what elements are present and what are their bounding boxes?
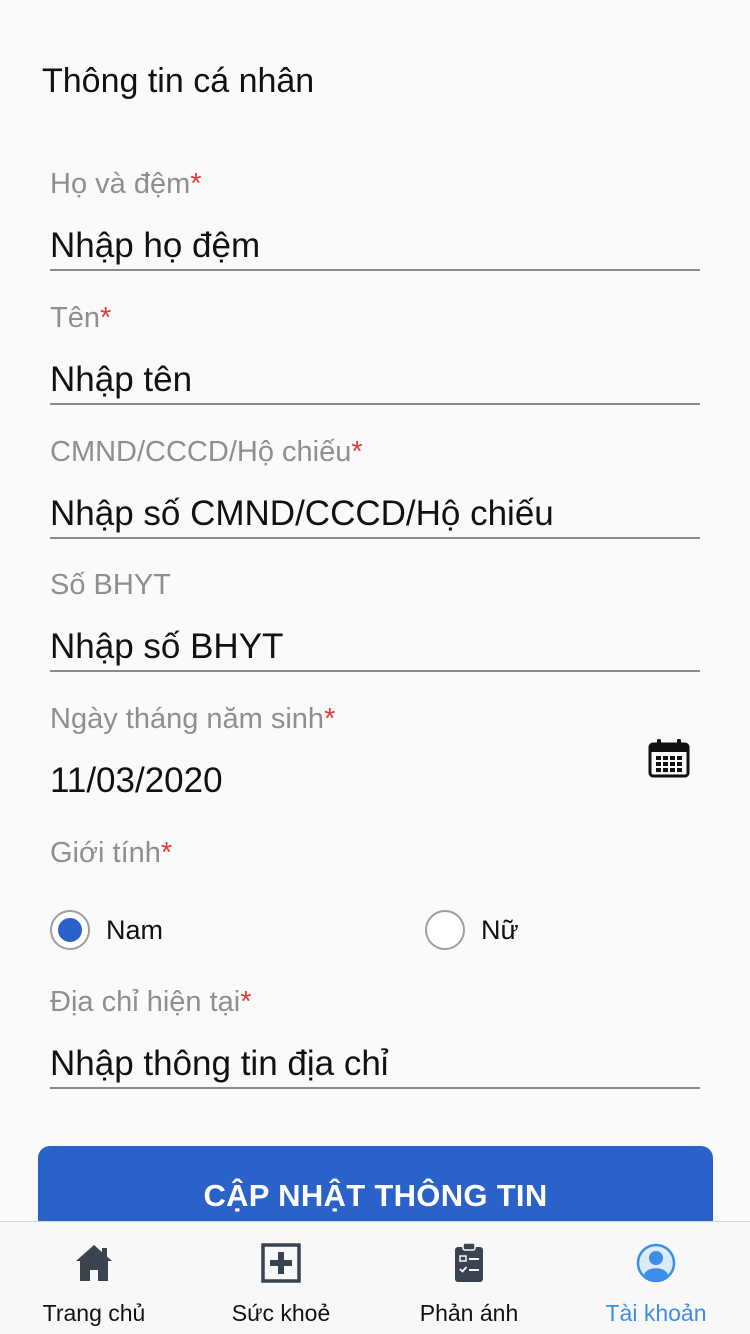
first-name-label: Tên* bbox=[50, 302, 112, 334]
insurance-field[interactable]: Số BHYT Nhập số BHYT bbox=[50, 567, 700, 672]
account-icon bbox=[636, 1242, 676, 1284]
required-mark: * bbox=[324, 703, 336, 735]
id-number-label: CMND/CCCD/Hộ chiếu* bbox=[50, 436, 363, 468]
tab-account[interactable]: Tài khoản bbox=[562, 1222, 750, 1334]
last-name-input[interactable]: Nhập họ đệm bbox=[50, 224, 700, 268]
required-mark: * bbox=[351, 436, 363, 468]
required-mark: * bbox=[99, 302, 112, 334]
required-mark: * bbox=[190, 168, 202, 200]
input-underline bbox=[50, 403, 700, 405]
last-name-field[interactable]: Họ và đệm* Nhập họ đệm bbox=[50, 166, 700, 271]
dob-value[interactable]: 11/03/2020 bbox=[50, 759, 700, 803]
bottom-tab-bar: Trang chủ Sức khoẻ Phản ánh Tài khoản bbox=[0, 1221, 750, 1334]
dob-label: Ngày tháng năm sinh* bbox=[50, 703, 336, 735]
input-underline bbox=[50, 670, 700, 672]
gender-option-label: Nữ bbox=[481, 914, 519, 945]
input-underline bbox=[50, 269, 700, 271]
required-mark: * bbox=[160, 837, 173, 869]
gender-radio-group: Nam Nữ bbox=[50, 910, 700, 952]
first-name-input[interactable]: Nhập tên bbox=[50, 358, 700, 402]
gender-field: Giới tính* bbox=[50, 835, 700, 871]
insurance-input[interactable]: Nhập số BHYT bbox=[50, 625, 700, 669]
input-underline bbox=[50, 1087, 700, 1089]
dob-field[interactable]: Ngày tháng năm sinh* 11/03/2020 bbox=[50, 701, 700, 803]
tab-health-label: Sức khoẻ bbox=[231, 1300, 331, 1326]
tab-health[interactable]: Sức khoẻ bbox=[187, 1222, 375, 1334]
calendar-icon[interactable] bbox=[648, 738, 690, 778]
first-name-field[interactable]: Tên* Nhập tên bbox=[50, 300, 700, 405]
radio-checked-icon[interactable] bbox=[50, 910, 90, 950]
id-number-field[interactable]: CMND/CCCD/Hộ chiếu* Nhập số CMND/CCCD/Hộ… bbox=[50, 434, 700, 539]
tab-feedback[interactable]: Phản ánh bbox=[375, 1222, 563, 1334]
address-label: Địa chỉ hiện tại* bbox=[50, 986, 252, 1018]
id-number-input[interactable]: Nhập số CMND/CCCD/Hộ chiếu bbox=[50, 492, 700, 536]
gender-option-female[interactable]: Nữ bbox=[425, 910, 519, 950]
gender-option-label: Nam bbox=[106, 914, 164, 945]
home-icon bbox=[74, 1242, 114, 1284]
clipboard-icon bbox=[449, 1242, 489, 1284]
tab-home-label: Trang chủ bbox=[42, 1300, 146, 1326]
gender-label: Giới tính* bbox=[50, 837, 173, 869]
page-title: Thông tin cá nhân bbox=[42, 62, 315, 100]
insurance-label: Số BHYT bbox=[50, 569, 171, 601]
required-mark: * bbox=[240, 986, 252, 1018]
input-underline bbox=[50, 537, 700, 539]
last-name-label: Họ và đệm* bbox=[50, 168, 202, 200]
health-plus-icon bbox=[261, 1242, 301, 1284]
tab-account-label: Tài khoản bbox=[605, 1300, 707, 1326]
address-field[interactable]: Địa chỉ hiện tại* Nhập thông tin địa chỉ bbox=[50, 984, 700, 1089]
radio-unchecked-icon[interactable] bbox=[425, 910, 465, 950]
tab-feedback-label: Phản ánh bbox=[419, 1300, 519, 1326]
address-input[interactable]: Nhập thông tin địa chỉ bbox=[50, 1042, 700, 1086]
tab-home[interactable]: Trang chủ bbox=[0, 1222, 188, 1334]
gender-option-male[interactable]: Nam bbox=[50, 910, 163, 950]
